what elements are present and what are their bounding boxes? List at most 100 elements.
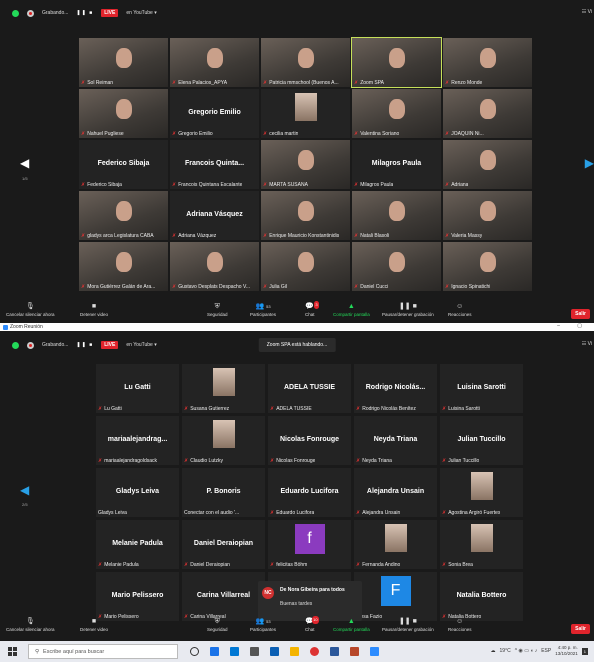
participant-tile[interactable]: ✗ Ignacio Spinatichi: [443, 242, 532, 291]
participant-tile[interactable]: ✗ Susana Gutierrez: [182, 364, 265, 413]
chat-notification-popup[interactable]: NC De Nora Gibeira para todos Buenas tar…: [258, 581, 362, 621]
window-controls[interactable]: – ▢: [557, 323, 590, 329]
participants-button[interactable]: 👥 53 Participantes: [250, 618, 276, 632]
participant-tile[interactable]: ✗ Julia Gil: [261, 242, 350, 291]
participant-tile[interactable]: Neyda Triana ✗ Neyda Triana: [354, 416, 437, 465]
participant-tile[interactable]: Julian Tuccillo ✗ Julian Tuccillo: [440, 416, 523, 465]
edge-browser-icon[interactable]: [210, 647, 219, 656]
participant-tile[interactable]: ✗ Fernanda Andino: [354, 520, 437, 569]
participant-tile[interactable]: f ✗ felicitas Böhm: [268, 520, 351, 569]
word-icon[interactable]: [330, 647, 339, 656]
next-page-arrow-icon[interactable]: ▶: [585, 156, 594, 170]
powerpoint-icon[interactable]: [350, 647, 359, 656]
folder-icon[interactable]: [290, 647, 299, 656]
participant-tile[interactable]: Natalia Bottero ✗ Natalia Bottero: [440, 572, 523, 621]
security-button[interactable]: ⛨ Seguridad: [207, 303, 228, 317]
chat-button[interactable]: 💬 3 Chat: [305, 301, 320, 317]
participant-name: felicitas Böhm: [276, 562, 308, 568]
participant-tile[interactable]: Carina Villarreal ✗ Carina Villarreal: [182, 572, 265, 621]
mute-button[interactable]: 🎙 Cancelar silenciar ahora: [6, 618, 55, 632]
participant-tile[interactable]: ✗ Valeria Massy: [443, 191, 532, 240]
participant-tile[interactable]: ✗ Renzo Monde: [443, 38, 532, 87]
record-button[interactable]: ❚❚ ■ Pausar/detener grabación: [382, 303, 434, 317]
windows-start-icon[interactable]: [8, 647, 17, 656]
prev-page-arrow-icon[interactable]: ◀: [20, 156, 29, 170]
mute-button[interactable]: 🎙 Cancelar silenciar ahora: [6, 303, 55, 317]
mail-icon[interactable]: [270, 647, 279, 656]
taskbar-search-input[interactable]: ⚲ Escribe aquí para buscar: [28, 644, 178, 659]
leave-meeting-button[interactable]: Salir: [571, 624, 590, 634]
reactions-button[interactable]: ☺ Reacciones: [448, 618, 472, 632]
muted-microphone-icon: ✗: [442, 510, 447, 516]
recording-pause-stop-buttons[interactable]: ❚❚ ■: [76, 10, 93, 16]
participant-tile[interactable]: ✗ Claudio Lutzky: [182, 416, 265, 465]
notification-center-icon[interactable]: 1: [581, 647, 588, 655]
participant-tile[interactable]: ✗ JOAQUIN Ni...: [443, 89, 532, 138]
store-icon[interactable]: [230, 647, 239, 656]
view-button[interactable]: ☷ Vi: [582, 9, 592, 15]
participant-tile[interactable]: ✗ Adriana: [443, 140, 532, 189]
video-button[interactable]: ■ Detener video: [80, 618, 108, 632]
participant-tile[interactable]: Milagros Paula ✗ Milagros Paula: [352, 140, 441, 189]
zoom-taskbar-icon[interactable]: [370, 647, 379, 656]
live-target-dropdown[interactable]: en YouTube ▾: [126, 10, 156, 16]
security-button[interactable]: ⛨ Seguridad: [207, 618, 228, 632]
share-screen-button[interactable]: ▲ Compartir pantalla: [333, 303, 370, 317]
participant-tile[interactable]: Luisina Sarotti ✗ Luisina Sarotti: [440, 364, 523, 413]
view-button[interactable]: ☷ Vi: [582, 341, 592, 347]
participant-tile[interactable]: ✗ Natali Blasoli: [352, 191, 441, 240]
participant-tile[interactable]: ADELA TUSSIE ✗ ADELA TUSSIE: [268, 364, 351, 413]
participant-tile[interactable]: ✗ gladys arca Legislatura CABA: [79, 191, 168, 240]
leave-meeting-button[interactable]: Salir: [571, 309, 590, 319]
clock[interactable]: 4:40 p. m. 13/10/2021: [555, 645, 578, 657]
chat-button[interactable]: 💬 10 Chat: [305, 616, 320, 632]
participant-tile[interactable]: ✗ Elena Palacios_APYA: [170, 38, 259, 87]
participant-tile[interactable]: ✗ Patricia mmschool (Buenos A...: [261, 38, 350, 87]
record-button[interactable]: ❚❚ ■ Pausar/detener grabación: [382, 618, 434, 632]
participant-tile[interactable]: ✗ Daniel Cucci: [352, 242, 441, 291]
participant-tile[interactable]: ✗ Valentina Soriano: [352, 89, 441, 138]
recording-pause-stop-buttons[interactable]: ❚❚ ■: [76, 342, 93, 348]
explorer-icon[interactable]: [250, 647, 259, 656]
participant-tile[interactable]: Nicolas Fonrouge ✗ Nicolas Fonrouge: [268, 416, 351, 465]
participant-tile[interactable]: Federico Sibaja ✗ Federico Sibaja: [79, 140, 168, 189]
video-button[interactable]: ■ Detener video: [80, 303, 108, 317]
share-screen-button[interactable]: ▲ Compartir pantalla: [333, 618, 370, 632]
participant-tile[interactable]: P. Bonoris Conectar con el audio '...: [182, 468, 265, 517]
participant-tile[interactable]: Eduardo Lucifora ✗ Eduardo Lucifora: [268, 468, 351, 517]
cortana-icon[interactable]: [190, 647, 199, 656]
participant-tile[interactable]: Lu Gatti ✗ Lu Gatti: [96, 364, 179, 413]
participant-tile[interactable]: ✗ MARTA SUSANA: [261, 140, 350, 189]
participant-tile[interactable]: ✗ Zoom SPA: [351, 37, 442, 88]
security-shield-icon[interactable]: [12, 341, 19, 349]
participant-tile[interactable]: Melanie Padula ✗ Melanie Padula: [96, 520, 179, 569]
chrome-icon[interactable]: [310, 647, 319, 656]
participant-tile[interactable]: Feresa Fazio: [354, 572, 437, 621]
participant-tile[interactable]: ✗ Mora Gutiérrez Galán de Ara...: [79, 242, 168, 291]
participant-tile[interactable]: ✗ Agostina Argiró Fuertes: [440, 468, 523, 517]
prev-page-arrow-icon[interactable]: ◀: [20, 483, 29, 497]
tray-icons[interactable]: ^ ◉ ▭ ◖ ♪: [515, 648, 538, 654]
live-target-dropdown[interactable]: en YouTube ▾: [126, 342, 156, 348]
participants-button[interactable]: 👥 53 Participantes: [250, 303, 276, 317]
muted-microphone-icon: ✗: [445, 80, 450, 86]
participant-tile[interactable]: ✗ Sol Reiman: [79, 38, 168, 87]
participant-tile[interactable]: ✗ Sonia Brea: [440, 520, 523, 569]
participant-tile[interactable]: Mario Pelissero ✗ Mario Pelissero: [96, 572, 179, 621]
participant-tile[interactable]: Adriana Vásquez ✗ Adriana Vázquez: [170, 191, 259, 240]
language-indicator[interactable]: ESP: [541, 648, 551, 654]
participant-tile[interactable]: ✗ Enrique Mauricio Konstantinidis: [261, 191, 350, 240]
participant-tile[interactable]: Gladys Leiva Gladys Leiva: [96, 468, 179, 517]
participant-tile[interactable]: Daniel Deraiopian ✗ Daniel Deraiopian: [182, 520, 265, 569]
reactions-button[interactable]: ☺ Reacciones: [448, 303, 472, 317]
participant-tile[interactable]: ✗ cecilia martin: [261, 89, 350, 138]
participant-tile[interactable]: ✗ Gustavo Desplats Despacho V...: [170, 242, 259, 291]
weather-temp[interactable]: 19°C: [500, 648, 511, 654]
participant-tile[interactable]: mariaalejandrag... ✗ mariaalejandragoldsac…: [96, 416, 179, 465]
participant-tile[interactable]: Francois Quinta... ✗ Francois Quintana Esc…: [170, 140, 259, 189]
security-shield-icon[interactable]: [12, 9, 19, 17]
participant-tile[interactable]: Gregorio Emilio ✗ Gregorio Emilio: [170, 89, 259, 138]
participant-tile[interactable]: Alejandra Unsain ✗ Alejandra Unsain: [354, 468, 437, 517]
participant-tile[interactable]: ✗ Nahuel Pugliese: [79, 89, 168, 138]
participant-tile[interactable]: Rodrigo Nicolás... ✗ Rodrigo Nicolás Benít…: [354, 364, 437, 413]
